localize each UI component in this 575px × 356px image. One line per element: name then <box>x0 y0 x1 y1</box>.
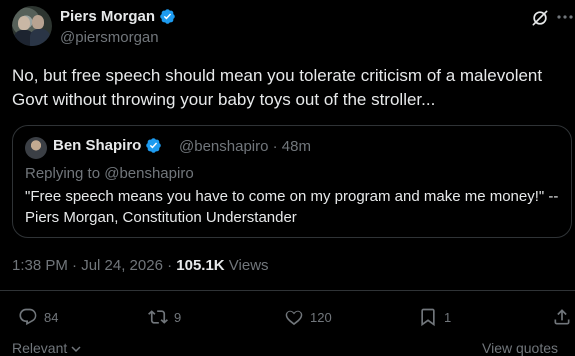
reply-count: 84 <box>44 309 59 325</box>
author-name-row[interactable]: Piers Morgan <box>60 8 176 25</box>
bookmark-button[interactable]: 1 <box>418 307 451 327</box>
reply-icon <box>19 308 37 326</box>
share-button[interactable] <box>552 307 572 327</box>
reply-button[interactable]: 84 <box>18 307 58 327</box>
quoted-tweet[interactable]: Ben Shapiro @benshapiro · 48m Replying t… <box>12 125 572 238</box>
bookmark-icon <box>421 308 435 327</box>
sort-relevant[interactable]: Relevant <box>12 340 81 356</box>
share-icon <box>554 309 570 325</box>
quoted-reply-context: Replying to @benshapiro <box>25 165 194 182</box>
author-name[interactable]: Piers Morgan <box>60 8 155 25</box>
quoted-handle-time: @benshapiro · 48m <box>179 138 311 155</box>
quoted-author-name[interactable]: Ben Shapiro <box>53 137 141 154</box>
author-avatar[interactable] <box>12 6 52 46</box>
bookmark-count: 1 <box>444 309 452 325</box>
tweet-text: No, but free speech should mean you tole… <box>12 66 543 109</box>
divider <box>0 290 575 291</box>
more-icon[interactable] <box>556 6 574 28</box>
views-count: 105.1K <box>176 257 225 274</box>
like-button[interactable]: 120 <box>284 307 332 327</box>
repost-icon <box>148 310 168 324</box>
like-count: 120 <box>310 309 332 325</box>
grok-icon[interactable] <box>530 8 550 28</box>
quoted-author-name-row[interactable]: Ben Shapiro <box>53 137 162 154</box>
views-label: Views <box>224 257 269 274</box>
repost-button[interactable]: 9 <box>148 307 181 327</box>
sort-label: Relevant <box>12 340 68 356</box>
quoted-author-avatar[interactable] <box>25 137 47 159</box>
timestamp[interactable]: 1:38 PM · Jul 24, 2026 · <box>12 257 176 274</box>
tweet: Piers Morgan @piersmorgan No, but free s… <box>0 0 575 356</box>
tweet-meta: 1:38 PM · Jul 24, 2026 · 105.1K Views <box>12 257 269 274</box>
author-handle[interactable]: @piersmorgan <box>60 29 159 46</box>
repost-count: 9 <box>174 309 182 325</box>
chevron-down-icon <box>71 346 81 353</box>
quoted-text: "Free speech means you have to come on m… <box>25 188 559 226</box>
view-quotes-link[interactable]: View quotes <box>482 340 558 356</box>
like-icon <box>285 310 303 326</box>
verified-badge-icon <box>160 9 175 24</box>
verified-badge-icon <box>146 138 162 153</box>
